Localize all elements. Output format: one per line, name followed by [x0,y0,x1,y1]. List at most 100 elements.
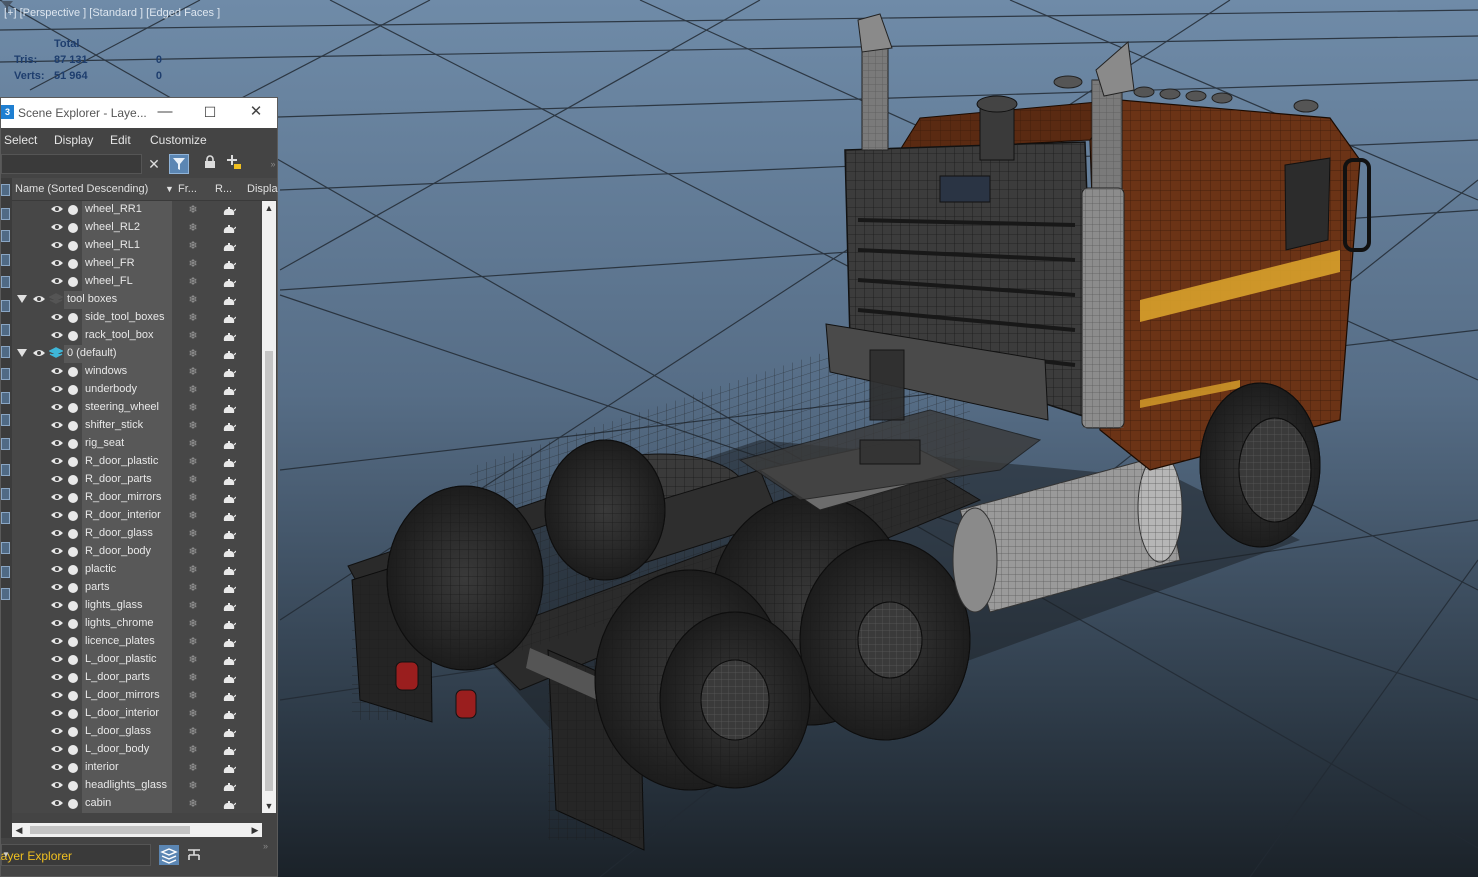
layer-row[interactable]: 0 (default) ❄ [12,345,260,363]
freeze-icon[interactable]: ❄ [187,690,199,702]
freeze-icon[interactable]: ❄ [187,510,199,522]
horizontal-scrollbar[interactable]: ◀ ▶ [12,823,262,837]
render-teapot-icon[interactable] [222,205,237,215]
eye-icon[interactable] [51,707,63,719]
render-teapot-icon[interactable] [222,529,237,539]
freeze-icon[interactable]: ❄ [187,330,199,342]
eye-icon[interactable] [51,401,63,413]
object-row[interactable]: plactic ❄ [12,561,260,579]
render-teapot-icon[interactable] [222,349,237,359]
render-teapot-icon[interactable] [222,511,237,521]
col-display[interactable]: Displa [247,183,278,195]
freeze-icon[interactable]: ❄ [187,780,199,792]
freeze-icon[interactable]: ❄ [187,582,199,594]
sort-desc-icon[interactable]: ▼ [165,184,174,194]
add-layer-icon[interactable] [224,154,244,174]
side-tool-icon[interactable] [1,276,10,288]
side-tool-icon[interactable] [1,324,10,336]
eye-icon[interactable] [51,617,63,629]
object-row[interactable]: L_door_plastic ❄ [12,651,260,669]
eye-icon[interactable] [51,653,63,665]
lock-icon[interactable] [200,154,220,174]
eye-icon[interactable] [51,797,63,809]
render-teapot-icon[interactable] [222,619,237,629]
object-row[interactable]: side_tool_boxes ❄ [12,309,260,327]
eye-icon[interactable] [51,311,63,323]
freeze-icon[interactable]: ❄ [187,258,199,270]
object-row[interactable]: wheel_RL2 ❄ [12,219,260,237]
eye-icon[interactable] [51,689,63,701]
object-row[interactable]: R_door_glass ❄ [12,525,260,543]
freeze-icon[interactable]: ❄ [187,204,199,216]
freeze-icon[interactable]: ❄ [187,618,199,630]
eye-icon[interactable] [51,275,63,287]
object-row[interactable]: wheel_RL1 ❄ [12,237,260,255]
render-teapot-icon[interactable] [222,457,237,467]
freeze-icon[interactable]: ❄ [187,420,199,432]
object-row[interactable]: R_door_body ❄ [12,543,260,561]
freeze-icon[interactable]: ❄ [187,546,199,558]
side-tool-icon[interactable] [1,208,10,220]
eye-icon[interactable] [51,509,63,521]
freeze-icon[interactable]: ❄ [187,474,199,486]
side-tool-icon[interactable] [1,438,10,450]
search-input[interactable] [1,154,142,174]
eye-icon[interactable] [51,383,63,395]
object-row[interactable]: wheel_FL ❄ [12,273,260,291]
scroll-up-icon[interactable]: ▲ [262,201,276,215]
side-tool-icon[interactable] [1,346,10,358]
scroll-left-icon[interactable]: ◀ [12,823,26,837]
render-teapot-icon[interactable] [222,727,237,737]
eye-icon[interactable] [51,563,63,575]
eye-icon[interactable] [51,779,63,791]
object-row[interactable]: L_door_body ❄ [12,741,260,759]
object-row[interactable]: R_door_plastic ❄ [12,453,260,471]
freeze-icon[interactable]: ❄ [187,240,199,252]
freeze-icon[interactable]: ❄ [187,528,199,540]
render-teapot-icon[interactable] [222,331,237,341]
eye-icon[interactable] [51,671,63,683]
render-teapot-icon[interactable] [222,439,237,449]
freeze-icon[interactable]: ❄ [187,798,199,810]
render-teapot-icon[interactable] [222,403,237,413]
hierarchy-icon[interactable] [184,845,204,865]
eye-icon[interactable] [51,743,63,755]
object-row[interactable]: parts ❄ [12,579,260,597]
object-row[interactable]: cabin ❄ [12,795,260,813]
layer-list[interactable]: wheel_RR1 ❄ wheel_RL2 ❄ wheel_RL1 ❄ wheel_FR ❄ w… [12,201,260,813]
object-row[interactable]: headlights_glass ❄ [12,777,260,795]
side-tool-icon[interactable] [1,254,10,266]
filter-icon[interactable] [169,154,189,174]
viewport-label[interactable]: [+] [Perspective ] [Standard ] [Edged Fa… [4,7,220,19]
object-row[interactable]: rack_tool_box ❄ [12,327,260,345]
freeze-icon[interactable]: ❄ [187,402,199,414]
render-teapot-icon[interactable] [222,295,237,305]
col-name[interactable]: Name (Sorted Descending) [15,183,148,195]
freeze-icon[interactable]: ❄ [187,348,199,360]
render-teapot-icon[interactable] [222,583,237,593]
viewport-filter-icon[interactable] [0,0,14,14]
vertical-scrollbar[interactable]: ▲ ▼ [262,201,276,813]
scroll-right-icon[interactable]: ▶ [248,823,262,837]
freeze-icon[interactable]: ❄ [187,492,199,504]
eye-icon[interactable] [51,221,63,233]
layer-explorer-icon[interactable] [159,845,179,865]
eye-icon[interactable] [51,437,63,449]
object-row[interactable]: L_door_mirrors ❄ [12,687,260,705]
side-tool-icon[interactable] [1,392,10,404]
object-row[interactable]: interior ❄ [12,759,260,777]
eye-icon[interactable] [51,257,63,269]
eye-icon[interactable] [51,491,63,503]
render-teapot-icon[interactable] [222,799,237,809]
eye-icon[interactable] [51,455,63,467]
menu-edit[interactable]: Edit [110,133,131,147]
toolbar-overflow-icon[interactable]: » [263,154,283,174]
render-teapot-icon[interactable] [222,313,237,323]
eye-icon[interactable] [51,239,63,251]
menu-display[interactable]: Display [54,133,93,147]
expand-triangle-icon[interactable] [17,295,27,303]
render-teapot-icon[interactable] [222,601,237,611]
eye-icon[interactable] [51,635,63,647]
vertical-scroll-thumb[interactable] [265,351,273,791]
eye-icon[interactable] [51,419,63,431]
